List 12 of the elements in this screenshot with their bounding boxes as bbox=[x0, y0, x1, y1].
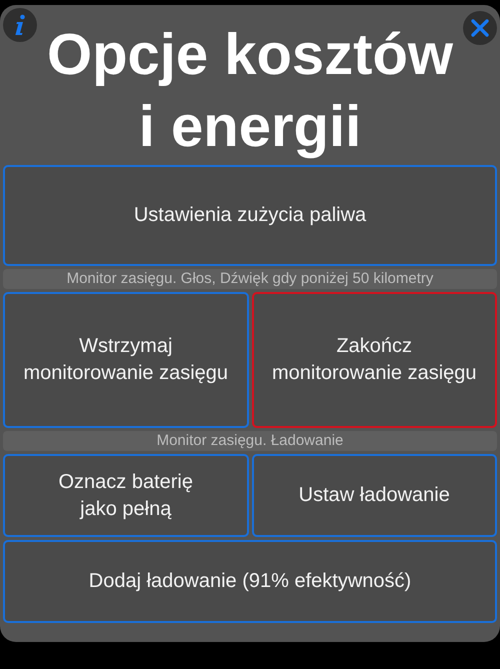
info-icon[interactable] bbox=[3, 8, 37, 42]
close-icon[interactable] bbox=[463, 11, 497, 45]
option-button[interactable]: Ustawienia zużycia paliwa bbox=[3, 165, 497, 266]
option-button[interactable]: Dodaj ładowanie (91% efektywność) bbox=[3, 540, 497, 623]
option-button[interactable]: Oznacz baterię jako pełną bbox=[3, 454, 248, 537]
dialog-title: Opcje kosztów bbox=[46, 21, 454, 89]
option-button[interactable]: Wstrzymaj monitorowanie zasięgu bbox=[3, 292, 248, 428]
section-caption: Monitor zasięgu. Głos, Dźwięk gdy poniżej 50 kilometry bbox=[3, 269, 497, 289]
option-button[interactable]: Ustaw ładowanie bbox=[252, 454, 497, 537]
section-caption: Monitor zasięgu. Ładowanie bbox=[3, 431, 497, 451]
option-button[interactable]: Zakończ monitorowanie zasięgu bbox=[252, 292, 497, 428]
dialog-title: i energii bbox=[138, 93, 362, 161]
